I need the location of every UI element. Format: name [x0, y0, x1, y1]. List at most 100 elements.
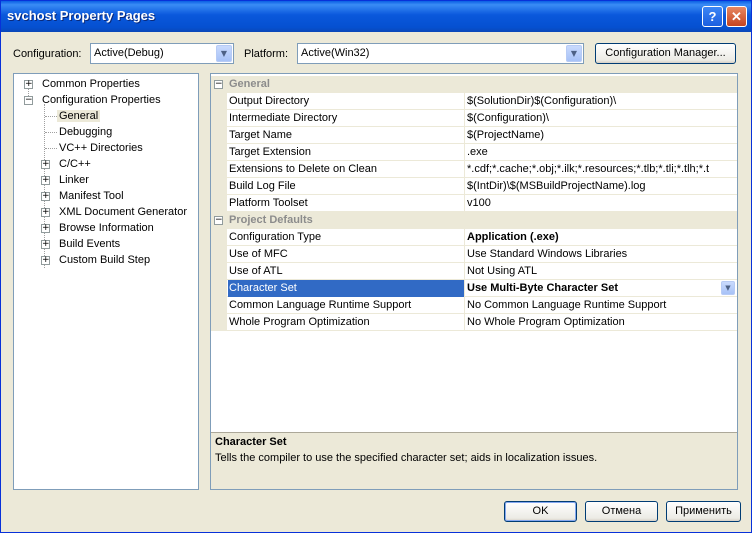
close-icon[interactable]: ✕ — [726, 6, 747, 27]
tree-item-label: VC++ Directories — [59, 142, 143, 154]
tree-item-general[interactable]: General — [57, 108, 101, 124]
cancel-button[interactable]: Отмена — [585, 501, 658, 522]
tree-item-label: XML Document Generator — [59, 206, 187, 218]
property-row[interactable]: Intermediate Directory $(Configuration)\ — [211, 110, 737, 127]
tree-item-vc-directories[interactable]: VC++ Directories — [57, 140, 145, 156]
property-name: Extensions to Delete on Clean — [228, 161, 465, 178]
tree-item-label: Debugging — [59, 126, 113, 138]
collapse-icon[interactable]: − — [214, 216, 223, 225]
expand-icon[interactable]: + — [41, 192, 50, 201]
property-value[interactable]: $(ProjectName) — [466, 127, 737, 144]
configuration-select[interactable]: Active(Debug) ▼ — [90, 43, 234, 64]
property-grid: − General Output Directory $(SolutionDir… — [210, 73, 738, 490]
property-row[interactable]: Target Extension .exe — [211, 144, 737, 161]
property-value[interactable]: Application (.exe) — [466, 229, 737, 246]
tree-item-configuration-properties[interactable]: Configuration Properties — [40, 92, 163, 108]
expand-icon[interactable]: + — [24, 80, 33, 89]
property-row[interactable]: Common Language Runtime Support No Commo… — [211, 297, 737, 314]
property-name: Character Set — [228, 280, 465, 297]
property-value[interactable]: v100 — [466, 195, 737, 212]
tree-item-label: Build Events — [59, 238, 121, 250]
tree-item-label: C/C++ — [59, 158, 91, 170]
tree-item-browse-information[interactable]: Browse Information — [57, 220, 156, 236]
property-name: Platform Toolset — [228, 195, 465, 212]
expand-icon[interactable]: + — [41, 224, 50, 233]
property-row[interactable]: Build Log File $(IntDir)\$(MSBuildProjec… — [211, 178, 737, 195]
property-row[interactable]: Whole Program Optimization No Whole Prog… — [211, 314, 737, 331]
category-label: General — [229, 78, 270, 90]
property-name: Output Directory — [228, 93, 465, 110]
property-name: Use of ATL — [228, 263, 465, 280]
property-name: Common Language Runtime Support — [228, 297, 465, 314]
property-value[interactable]: No Common Language Runtime Support — [466, 297, 737, 314]
property-value[interactable]: $(IntDir)\$(MSBuildProjectName).log — [466, 178, 737, 195]
tree-item-debugging[interactable]: Debugging — [57, 124, 114, 140]
property-row[interactable]: Extensions to Delete on Clean *.cdf;*.ca… — [211, 161, 737, 178]
title-bar[interactable]: svchost Property Pages ? ✕ — [1, 1, 751, 32]
property-value[interactable]: *.cdf;*.cache;*.obj;*.ilk;*.resources;*.… — [466, 161, 737, 178]
configuration-manager-button[interactable]: Configuration Manager... — [595, 43, 736, 64]
category-project-defaults[interactable]: − Project Defaults — [211, 212, 737, 229]
ok-button[interactable]: OK — [504, 501, 577, 522]
tree-item-label: Custom Build Step — [59, 254, 151, 266]
property-name: Intermediate Directory — [228, 110, 465, 127]
property-name: Target Name — [228, 127, 465, 144]
tree-item-xml-document-generator[interactable]: XML Document Generator — [57, 204, 189, 220]
property-value[interactable]: $(Configuration)\ — [466, 110, 737, 127]
expand-icon[interactable]: + — [41, 176, 50, 185]
property-name: Configuration Type — [228, 229, 465, 246]
chevron-down-icon[interactable]: ▼ — [566, 45, 582, 62]
property-row[interactable]: Configuration Type Application (.exe) — [211, 229, 737, 246]
expand-icon[interactable]: + — [41, 240, 50, 249]
tree-item-label: General — [57, 110, 101, 122]
property-name: Target Extension — [228, 144, 465, 161]
platform-value: Active(Win32) — [301, 47, 370, 59]
description-panel: Character Set Tells the compiler to use … — [211, 432, 737, 489]
property-name: Whole Program Optimization — [228, 314, 465, 331]
category-general[interactable]: − General — [211, 76, 737, 93]
expand-icon[interactable]: + — [41, 256, 50, 265]
tree-item-common-properties[interactable]: Common Properties — [40, 76, 142, 92]
property-value-select[interactable]: Use Multi-Byte Character Set — [466, 280, 737, 297]
property-row-selected[interactable]: Character Set Use Multi-Byte Character S… — [211, 280, 737, 297]
platform-select[interactable]: Active(Win32) ▼ — [297, 43, 584, 64]
property-row[interactable]: Platform Toolset v100 — [211, 195, 737, 212]
tree-item-build-events[interactable]: Build Events — [57, 236, 122, 252]
description-title: Character Set — [215, 436, 287, 448]
tree-item-label: Configuration Properties — [42, 94, 161, 106]
property-row[interactable]: Output Directory $(SolutionDir)$(Configu… — [211, 93, 737, 110]
property-value[interactable]: $(SolutionDir)$(Configuration)\ — [466, 93, 737, 110]
property-row[interactable]: Use of MFC Use Standard Windows Librarie… — [211, 246, 737, 263]
category-label: Project Defaults — [229, 214, 313, 226]
tree-item-label: Browse Information — [59, 222, 154, 234]
property-value[interactable]: Use Standard Windows Libraries — [466, 246, 737, 263]
configuration-label: Configuration: — [13, 48, 82, 60]
property-row[interactable]: Use of ATL Not Using ATL — [211, 263, 737, 280]
collapse-icon[interactable]: − — [214, 80, 223, 89]
chevron-down-icon[interactable]: ▼ — [721, 281, 735, 295]
tree-item-label: Common Properties — [42, 78, 140, 90]
tree-item-custom-build-step[interactable]: Custom Build Step — [57, 252, 152, 268]
tree-item-linker[interactable]: Linker — [57, 172, 91, 188]
window-title: svchost Property Pages — [7, 8, 156, 23]
chevron-down-icon[interactable]: ▼ — [216, 45, 232, 62]
property-pages-dialog: svchost Property Pages ? ✕ Configuration… — [0, 0, 752, 533]
tree-item-manifest-tool[interactable]: Manifest Tool — [57, 188, 126, 204]
description-text: Tells the compiler to use the specified … — [215, 452, 598, 464]
expand-icon[interactable]: + — [41, 160, 50, 169]
property-name: Use of MFC — [228, 246, 465, 263]
property-value[interactable]: Not Using ATL — [466, 263, 737, 280]
collapse-icon[interactable]: − — [24, 96, 33, 105]
expand-icon[interactable]: + — [41, 208, 50, 217]
help-icon[interactable]: ? — [702, 6, 723, 27]
property-value[interactable]: .exe — [466, 144, 737, 161]
configuration-value: Active(Debug) — [94, 47, 164, 59]
property-value[interactable]: No Whole Program Optimization — [466, 314, 737, 331]
property-tree: Common Properties + Configuration Proper… — [13, 73, 199, 490]
tree-item-cpp[interactable]: C/C++ — [57, 156, 93, 172]
tree-item-label: Linker — [59, 174, 89, 186]
property-name: Build Log File — [228, 178, 465, 195]
platform-label: Platform: — [244, 48, 289, 60]
property-row[interactable]: Target Name $(ProjectName) — [211, 127, 737, 144]
apply-button[interactable]: Применить — [666, 501, 741, 522]
